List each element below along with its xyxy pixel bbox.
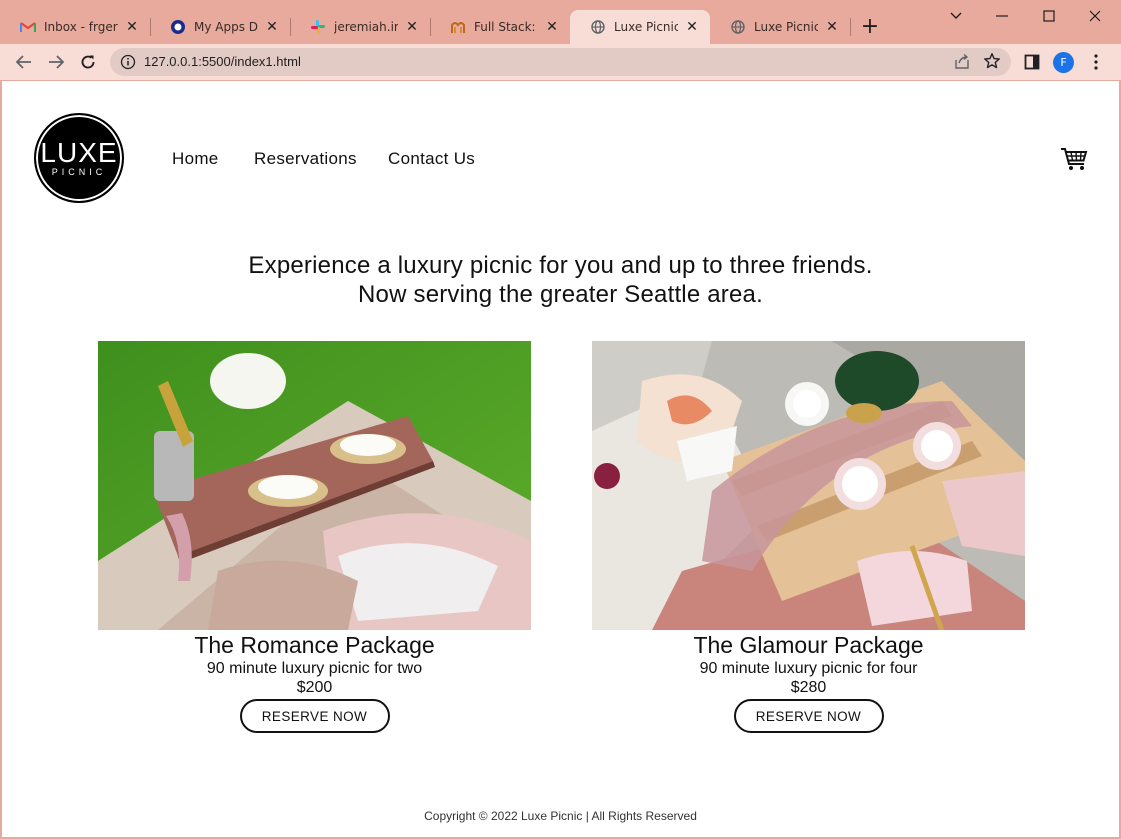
browser-toolbar: 127.0.0.1:5500/index1.html F (0, 44, 1121, 80)
bookmark-star-icon[interactable] (983, 52, 1001, 70)
package-description: 90 minute luxury picnic for two (206, 660, 423, 677)
package-card-romance: The Romance Package 90 minute luxury pic… (98, 341, 531, 733)
glamour-package-photo (592, 341, 1025, 630)
tab-title: Inbox - frgero (44, 20, 118, 34)
kebab-menu-icon[interactable] (1084, 50, 1108, 74)
footer-copyright: Copyright © 2022 Luxe Picnic | All Right… (424, 809, 697, 823)
site-logo[interactable]: LUXE PICNIC (34, 113, 124, 203)
nav-link-contact[interactable]: Contact Us (388, 149, 475, 169)
tab-luxe-picnic[interactable]: Luxe Picnic ✕ (710, 10, 850, 44)
globe-icon (590, 19, 606, 35)
package-price: $280 (790, 679, 827, 696)
share-icon[interactable] (953, 53, 971, 71)
hero-headline-line2: Now serving the greater Seattle area. (358, 281, 763, 308)
profile-avatar[interactable]: F (1053, 52, 1074, 73)
reserve-now-button-glamour[interactable]: RESERVE NOW (733, 699, 884, 733)
package-name: The Glamour Package (693, 632, 924, 658)
tab-title: Luxe Picnic (614, 20, 678, 34)
close-tab-icon[interactable]: ✕ (544, 19, 560, 35)
reserve-now-button-romance[interactable]: RESERVE NOW (239, 699, 390, 733)
nav-link-reservations[interactable]: Reservations (254, 149, 357, 169)
gmail-icon (20, 19, 36, 35)
address-bar[interactable]: 127.0.0.1:5500/index1.html (110, 48, 1011, 76)
course-icon (450, 19, 466, 35)
tab-slack[interactable]: jeremiah.iro - ✕ (290, 10, 430, 44)
okta-icon (170, 19, 186, 35)
minimize-icon[interactable] (990, 4, 1014, 28)
maximize-icon[interactable] (1037, 4, 1061, 28)
nav-link-home[interactable]: Home (172, 149, 219, 169)
tab-strip: Inbox - frgero ✕ My Apps Dash ✕ jeremiah… (0, 0, 1121, 44)
globe-icon (730, 19, 746, 35)
side-panel-icon[interactable] (1020, 50, 1044, 74)
logo-wordmark: LUXE (40, 137, 118, 168)
tab-title: My Apps Dash (194, 20, 258, 34)
close-window-icon[interactable] (1083, 4, 1107, 28)
tab-luxe-picnic-active[interactable]: Luxe Picnic ✕ (570, 10, 710, 44)
page-viewport: LUXE PICNIC Home Reservations Contact Us… (2, 81, 1119, 837)
close-tab-icon[interactable]: ✕ (824, 19, 840, 35)
slack-icon (310, 19, 326, 35)
close-tab-icon[interactable]: ✕ (124, 19, 140, 35)
tab-full-stack[interactable]: Full Stack: HTM ✕ (430, 10, 570, 44)
tab-my-apps[interactable]: My Apps Dash ✕ (150, 10, 290, 44)
romance-package-photo (98, 341, 531, 630)
shopping-cart-icon[interactable] (1060, 146, 1088, 172)
tab-title: jeremiah.iro - (334, 20, 398, 34)
hero-headline-line1: Experience a luxury picnic for you and u… (248, 252, 873, 279)
tab-title: Luxe Picnic (754, 20, 818, 34)
new-tab-button[interactable]: + (858, 16, 882, 40)
tab-gmail[interactable]: Inbox - frgero ✕ (0, 10, 150, 44)
package-card-glamour: The Glamour Package 90 minute luxury pic… (592, 341, 1025, 733)
reload-icon[interactable] (76, 50, 100, 74)
logo-subtitle: PICNIC (51, 167, 107, 177)
forward-arrow-icon[interactable] (44, 50, 68, 74)
close-tab-icon[interactable]: ✕ (264, 19, 280, 35)
close-tab-icon[interactable]: ✕ (684, 19, 700, 35)
back-arrow-icon[interactable] (12, 50, 36, 74)
close-tab-icon[interactable]: ✕ (404, 19, 420, 35)
tab-divider (850, 18, 851, 36)
package-name: The Romance Package (194, 632, 435, 658)
url-text: 127.0.0.1:5500/index1.html (144, 54, 301, 69)
site-info-icon[interactable] (120, 54, 136, 70)
tab-title: Full Stack: HTM (474, 20, 538, 34)
package-description: 90 minute luxury picnic for four (699, 660, 918, 677)
package-price: $200 (296, 679, 333, 696)
tab-search-chevron-icon[interactable] (944, 4, 968, 28)
